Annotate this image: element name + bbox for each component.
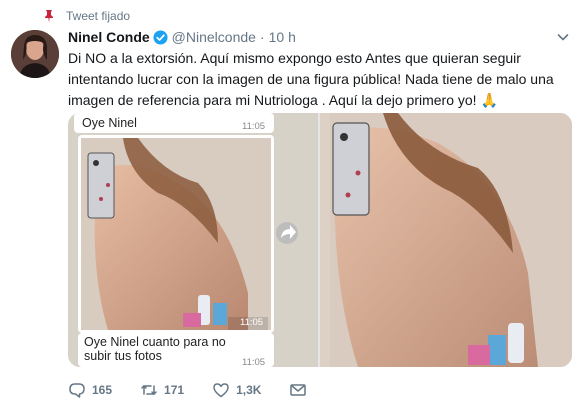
tweet-text: Di NO a la extorsión. Aquí mismo expongo… bbox=[68, 50, 554, 108]
reply-icon bbox=[69, 383, 85, 398]
like-button[interactable]: 1,3K bbox=[212, 381, 261, 399]
author-handle[interactable]: @Ninelconde bbox=[172, 29, 256, 45]
heart-icon bbox=[213, 383, 229, 398]
envelope-icon bbox=[290, 384, 307, 396]
forward-icon[interactable] bbox=[276, 222, 298, 244]
tweet-header: Ninel Conde @Ninelconde · 10 h bbox=[68, 27, 296, 47]
like-count: 1,3K bbox=[236, 383, 262, 397]
pinned-tweet-indicator: Tweet fijado bbox=[42, 8, 130, 24]
retweet-button[interactable]: 171 bbox=[140, 381, 184, 399]
pin-icon bbox=[45, 10, 53, 23]
direct-message-button[interactable] bbox=[289, 381, 307, 399]
reply-count: 165 bbox=[92, 383, 113, 397]
chat-time-bottom: 11:05 bbox=[242, 357, 265, 367]
reply-button[interactable]: 165 bbox=[68, 381, 112, 399]
chat-time-top: 11:05 bbox=[242, 121, 265, 132]
chevron-down-icon[interactable] bbox=[556, 30, 570, 44]
author-name[interactable]: Ninel Conde bbox=[68, 29, 150, 45]
header-separator: · bbox=[259, 29, 265, 45]
chat-message-bottom: Oye Ninel cuanto para no subir tus fotos bbox=[84, 335, 226, 363]
retweet-count: 171 bbox=[164, 383, 185, 397]
tweet-timestamp[interactable]: 10 h bbox=[269, 29, 296, 45]
verified-icon bbox=[153, 29, 168, 45]
avatar[interactable] bbox=[11, 30, 59, 78]
tweet-actions: 165 171 1,3K bbox=[68, 380, 335, 400]
chat-image-time: 11:05 bbox=[240, 317, 263, 328]
chat-message-top: Oye Ninel bbox=[82, 116, 137, 130]
retweet-icon bbox=[141, 385, 157, 395]
pinned-label: Tweet fijado bbox=[66, 9, 131, 23]
tweet-media[interactable]: Oye Ninel 11:05 11:05 Oye Ninel cuanto p… bbox=[68, 113, 572, 367]
